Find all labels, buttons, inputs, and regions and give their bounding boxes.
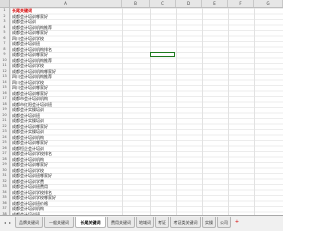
column-divider (228, 8, 229, 216)
cell-grid[interactable] (10, 8, 283, 216)
row-header-bar: 1 2 3 4 5 6 7 8 9 10 11 12 13 14 15 16 17 18 19 20 21 22 23 24 2… (0, 8, 10, 227)
sheet-tab[interactable]: 一般关键词 (44, 217, 74, 228)
column-header[interactable]: G (254, 0, 283, 7)
column-header-bar: A B C D E F G (0, 0, 283, 8)
sheet-tab-bar: ◂ ▸ 品牌关键词 一般关键词 长尾关键词 费用关键词 地域词 考证 考证类关键… (0, 215, 283, 231)
selected-cell[interactable] (150, 52, 175, 57)
select-all-corner[interactable] (0, 0, 10, 7)
sheet-tab[interactable]: 考证类关键词 (170, 217, 201, 228)
sheet-tab-active[interactable]: 长尾关键词 (75, 217, 106, 228)
column-divider (176, 8, 177, 216)
column-divider (202, 8, 203, 216)
column-divider (254, 8, 255, 216)
column-header[interactable]: B (122, 0, 150, 7)
next-sheet-icon[interactable]: ▸ (8, 220, 12, 226)
add-sheet-icon[interactable]: + (234, 219, 240, 225)
column-header[interactable]: E (202, 0, 228, 7)
sheet-tab[interactable]: 实操 (202, 217, 216, 228)
spreadsheet-window: A B C D E F G 1 2 3 4 5 6 7 8 9 10 11 12 13 14 15 16 17 1… (0, 0, 283, 231)
sheet-tab[interactable]: 考证 (155, 217, 169, 228)
prev-sheet-icon[interactable]: ◂ (3, 220, 7, 226)
column-header[interactable]: C (150, 0, 176, 7)
sheet-tab[interactable]: 公司 (217, 217, 231, 228)
column-divider (122, 8, 123, 216)
column-divider (150, 8, 151, 216)
sheet-tab[interactable]: 品牌关键词 (15, 217, 43, 228)
column-header[interactable]: D (176, 0, 202, 7)
sheet-tab[interactable]: 费用关键词 (107, 217, 135, 228)
sheet-tab[interactable]: 地域词 (136, 217, 154, 228)
column-header[interactable]: A (10, 0, 122, 7)
column-header[interactable]: F (228, 0, 254, 7)
